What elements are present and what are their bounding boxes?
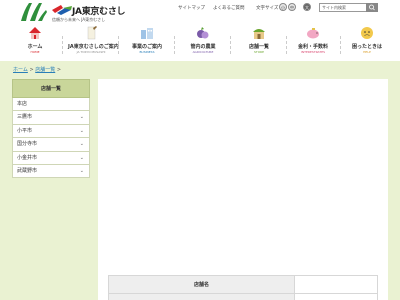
sidebar-item-kokubunji[interactable]: 国分寺市 ⌄ [12,138,90,152]
nav-rates[interactable]: 金利・手数料 INTERESTRATES [290,24,336,60]
table-cell [294,293,378,300]
table-row [108,293,378,300]
nav-divider [286,36,287,54]
buildings-icon [141,28,153,39]
tagline: 信頼から未来へ JA東京むさし [52,17,106,22]
pencil-icon [87,26,97,40]
store-info-table: 店舗名 [108,275,378,300]
search-button[interactable] [366,3,378,12]
nav-store[interactable]: 店舗一覧 STORE [236,24,282,60]
nav-sub: INTERESTRATES [301,50,325,54]
brand-name[interactable]: JA東京むさし [72,4,126,17]
nav-home[interactable]: ホーム HOME [12,24,58,60]
breadcrumb-current-link[interactable]: 店舗一覧 [35,67,55,73]
help-icon [361,27,373,39]
sitemap-link[interactable]: サイトマップ [178,5,205,11]
nav-label: JA東京むさしのご案内 [68,44,119,50]
nav-sub: JA TOKYO MUSASHI [76,50,106,54]
vegetables-icon [197,27,209,39]
main-content [98,79,388,300]
chevron-down-icon: ⌄ [79,141,84,148]
table-cell [294,275,378,294]
font-size-small-button[interactable]: 小 [279,3,287,11]
sidebar-item-kodaira[interactable]: 小平市 ⌄ [12,124,90,139]
sidebar-item-mitaka[interactable]: 三鷹市 ⌄ [12,111,90,125]
house-icon [29,27,41,39]
sidebar-item-honten[interactable]: 本店 [12,98,90,112]
sidebar-item-label: 小平市 [17,127,33,134]
nav-label: 困ったときは [351,44,382,50]
nav-label: ホーム [27,44,43,50]
sidebar-item-label: 武蔵野市 [17,167,38,174]
nav-divider [340,36,341,54]
nav-sub: BUSINESS [139,50,155,54]
nav-divider [230,36,231,54]
global-nav: ホーム HOME JA東京むさしのご案内 JA TOKYO MUSASHI 事業… [0,24,400,60]
nav-label: 管内の農業 [190,44,216,50]
nav-divider [118,36,119,54]
nav-business[interactable]: 事業のご案内 BUSINESS [124,24,170,60]
nav-label: 事業のご案内 [131,44,162,50]
sidebar: 店舗一覧 本店 三鷹市 ⌄ 小平市 ⌄ 国分寺市 ⌄ 小金井市 ⌄ 武蔵野市 ⌄ [12,79,90,179]
nav-label: 店舗一覧 [248,44,269,50]
sidebar-item-label: 三鷹市 [17,114,33,121]
nav-divider [174,36,175,54]
ja-logo-icon[interactable] [18,2,48,22]
sidebar-title: 店舗一覧 [12,79,90,98]
sidebar-item-musashino[interactable]: 武蔵野市 ⌄ [12,164,90,179]
nav-help[interactable]: 困ったときは HELP [344,24,390,60]
font-size-medium-button[interactable]: 中 [288,3,296,11]
font-size-large-button[interactable]: 大 [303,3,311,11]
sidebar-item-label: 本店 [17,101,28,107]
breadcrumb: ホーム > 店舗一覧 > [13,66,61,73]
nav-sub: HELP [363,50,371,54]
nav-label: 金利・手数料 [297,44,328,50]
site-header: JA東京むさし 信頼から未来へ JA東京むさし サイトマップ よくあるご質問 文… [0,0,400,26]
nav-divider [62,36,63,54]
chevron-down-icon: ⌄ [79,114,84,121]
table-header-cell: 店舗名 [108,275,295,294]
nav-agriculture[interactable]: 管内の農業 AGRICULTURE [180,24,226,60]
brand-mark-icon [52,5,72,15]
breadcrumb-home-link[interactable]: ホーム [13,67,28,73]
faq-link[interactable]: よくあるご質問 [213,5,245,11]
sidebar-item-label: 国分寺市 [17,141,38,148]
sidebar-item-label: 小金井市 [17,154,38,161]
table-header-cell [108,293,295,300]
chevron-down-icon: ⌄ [79,167,84,174]
nav-sub: HOME [30,50,40,54]
nav-sub: AGRICULTURE [192,50,214,54]
store-icon [253,29,265,39]
piggy-bank-icon [307,28,319,39]
sidebar-item-koganei[interactable]: 小金井市 ⌄ [12,151,90,165]
font-size-label: 文字サイズ [256,6,279,11]
nav-about[interactable]: JA東京むさしのご案内 JA TOKYO MUSASHI [68,24,119,60]
chevron-down-icon: ⌄ [79,154,84,161]
breadcrumb-separator: > [55,67,62,73]
table-row: 店舗名 [108,275,378,294]
search-icon [369,4,375,11]
nav-sub: STORE [253,50,265,54]
chevron-down-icon: ⌄ [79,127,84,134]
